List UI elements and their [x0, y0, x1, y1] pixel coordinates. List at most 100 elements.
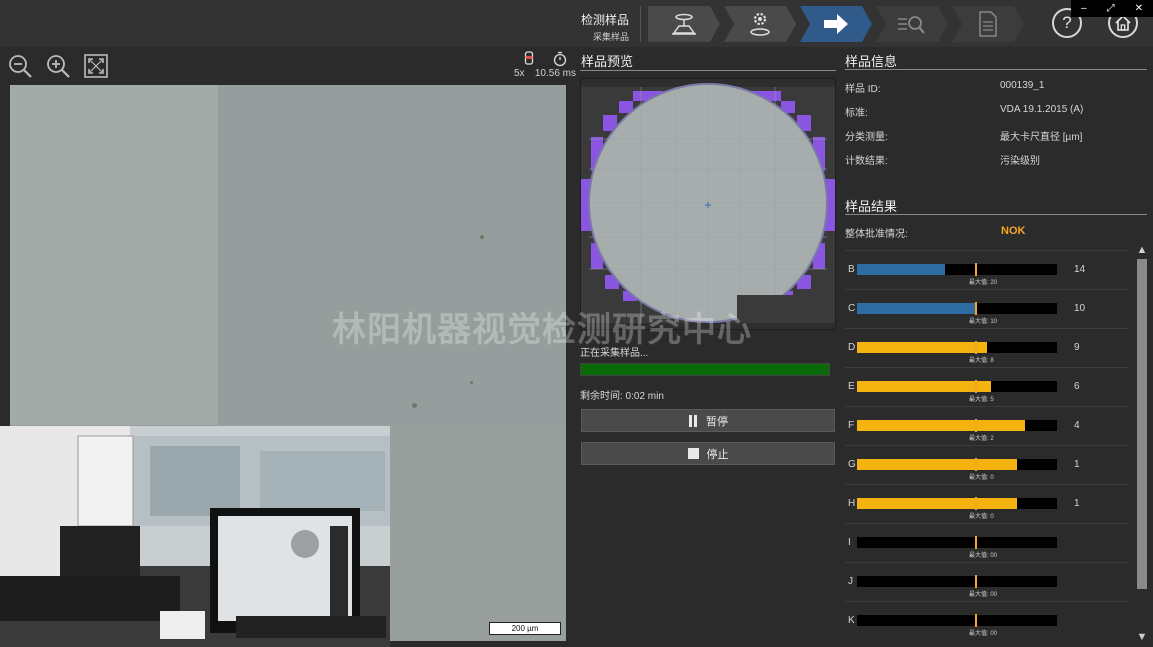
result-class-label: E — [848, 381, 855, 392]
objective-icon — [524, 51, 533, 65]
stop-label: 停止 — [706, 448, 729, 461]
result-limit-marker — [975, 614, 977, 627]
arrow-right-icon — [824, 14, 848, 34]
results-scrollbar[interactable]: ▲ ▼ — [1135, 243, 1149, 644]
result-class-label: G — [848, 459, 856, 470]
result-bar — [857, 263, 1057, 276]
result-count: 6 — [1074, 381, 1080, 392]
sample-preview[interactable] — [580, 78, 836, 330]
divider — [580, 70, 836, 71]
stop-icon — [687, 448, 699, 459]
result-bar-fill — [857, 342, 987, 353]
overall-approval-label: 整体批准情况: — [845, 229, 908, 240]
exposure-time: 10.56 ms — [534, 68, 576, 79]
overall-approval-value: NOK — [1001, 225, 1026, 237]
result-row-h: H 最大值: 0 1 — [845, 484, 1129, 523]
result-bar — [857, 302, 1057, 315]
info-value: 000139_1 — [1000, 80, 1045, 91]
pause-button[interactable]: 暂停 — [581, 409, 835, 432]
result-bar — [857, 614, 1057, 627]
camera-inset-photo — [0, 426, 390, 647]
result-row-b: B 最大值: 20 14 — [845, 250, 1129, 289]
preview-title: 样品预览 — [581, 54, 634, 69]
result-bar — [857, 341, 1057, 354]
result-bar — [857, 380, 1057, 393]
result-bar-fill — [857, 459, 1017, 470]
result-class-label: C — [848, 303, 856, 314]
result-limit-marker — [975, 263, 977, 276]
pause-label: 暂停 — [706, 415, 728, 428]
result-limit-marker — [975, 341, 977, 354]
pause-icon — [689, 414, 697, 427]
zoom-out-icon — [9, 55, 32, 78]
info-value: VDA 19.1.2015 (A) — [1000, 104, 1084, 115]
stop-button[interactable]: 停止 — [581, 442, 835, 465]
minimize-button[interactable]: – — [1081, 3, 1087, 14]
result-limit-marker — [975, 419, 977, 432]
result-count: 10 — [1074, 303, 1086, 314]
result-limit-marker — [975, 458, 977, 471]
result-count: 4 — [1074, 420, 1080, 431]
result-max-label: 最大值: 20 — [969, 280, 998, 286]
info-label: 样品 ID: — [845, 84, 881, 95]
result-class-label: K — [848, 615, 855, 626]
info-row-classification: 分类测量: 最大卡尺直径 [µm] — [845, 128, 1145, 143]
zoom-out-button[interactable] — [7, 53, 33, 79]
restore-button[interactable]: ⤢ — [1107, 3, 1115, 14]
result-max-label: 最大值: 0 — [969, 514, 994, 520]
zoom-in-button[interactable] — [45, 53, 71, 79]
info-label: 标准: — [845, 108, 868, 119]
step-title-sub: 采集样品 — [592, 32, 629, 42]
gear-icon — [750, 12, 770, 36]
info-label: 分类测量: — [845, 132, 888, 143]
result-row-d: D 最大值: 8 9 — [845, 328, 1129, 367]
fit-view-button[interactable] — [83, 53, 109, 79]
scrollbar-thumb[interactable] — [1137, 259, 1147, 589]
result-class-label: I — [848, 537, 851, 548]
result-row-e: E 最大值: 5 6 — [845, 367, 1129, 406]
zoom-in-icon — [47, 55, 70, 78]
divider — [845, 69, 1147, 70]
fit-view-icon — [84, 54, 108, 78]
result-count: 1 — [1074, 498, 1080, 509]
document-icon — [979, 11, 997, 37]
result-class-label: B — [848, 264, 855, 275]
result-class-label: J — [848, 576, 853, 587]
result-count: 14 — [1074, 264, 1086, 275]
result-max-label: 最大值: 00 — [969, 631, 998, 637]
step-sample-holder[interactable] — [648, 6, 720, 42]
result-bar — [857, 497, 1057, 510]
result-bar-fill — [857, 498, 1017, 509]
objective-magnification: 5x — [514, 68, 525, 79]
result-max-label: 最大值: 00 — [969, 553, 998, 559]
result-count: 1 — [1074, 459, 1080, 470]
result-class-label: D — [848, 342, 856, 353]
info-row-count-result: 计数结果: 污染级别 — [845, 152, 1145, 167]
acquisition-progress-bar — [580, 363, 830, 376]
top-bar: 检测样品 采集样品 ? — [0, 0, 1153, 47]
result-row-i: I 最大值: 00 — [845, 523, 1129, 562]
scroll-up-icon[interactable]: ▲ — [1135, 243, 1149, 257]
remaining-time: 剩余时间: 0:02 min — [580, 391, 664, 402]
info-label: 计数结果: — [845, 156, 888, 167]
scroll-down-icon[interactable]: ▼ — [1135, 630, 1149, 644]
result-count: 9 — [1074, 342, 1080, 353]
close-button[interactable]: ✕ — [1135, 3, 1143, 14]
step-acquire[interactable] — [800, 6, 872, 42]
result-limit-marker — [975, 380, 977, 393]
result-bar-fill — [857, 381, 991, 392]
step-settings[interactable] — [724, 6, 796, 42]
result-limit-marker — [975, 302, 977, 315]
result-bar — [857, 419, 1057, 432]
result-bar-fill — [857, 264, 945, 275]
step-title-main: 检测样品 — [580, 13, 629, 27]
result-limit-marker — [975, 536, 977, 549]
image-toolbar — [0, 47, 578, 85]
step-analyze[interactable] — [876, 6, 948, 42]
result-bar-fill — [857, 420, 1025, 431]
result-row-j: J 最大值: 00 — [845, 562, 1129, 601]
result-row-k: K 最大值: 00 — [845, 601, 1129, 640]
step-report[interactable] — [952, 6, 1024, 42]
sample-info-title: 样品信息 — [845, 54, 898, 69]
result-max-label: 最大值: 0 — [969, 475, 994, 481]
